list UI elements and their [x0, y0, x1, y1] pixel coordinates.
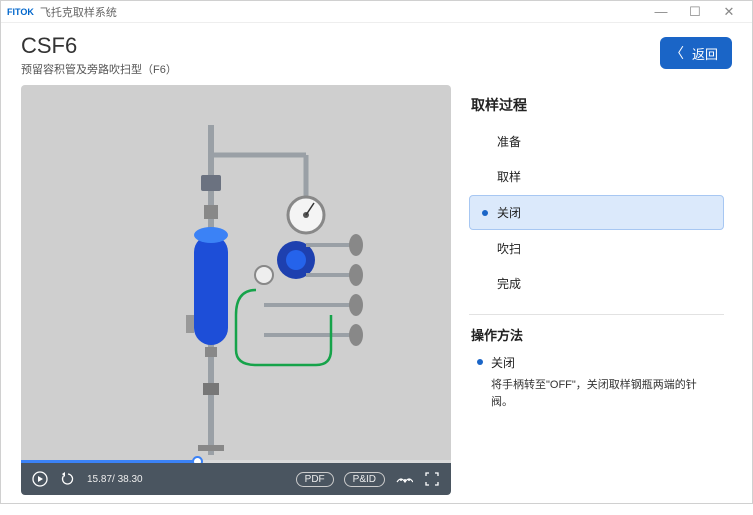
- maximize-button[interactable]: ☐: [678, 4, 712, 20]
- page-header: CSF6 预留容积管及旁路吹扫型（F6） 〈 返回: [1, 23, 752, 85]
- page-title: CSF6: [21, 33, 660, 59]
- pid-button[interactable]: P&ID: [344, 472, 385, 487]
- viewer-panel: 15.87/ 38.30 PDF P&ID: [21, 85, 451, 495]
- page-subtitle: 预留容积管及旁路吹扫型（F6）: [21, 61, 660, 77]
- titlebar: FITOK 飞托克取样系统 — ☐ ✕: [1, 1, 752, 23]
- back-button[interactable]: 〈 返回: [660, 37, 732, 69]
- window-title: 飞托克取样系统: [40, 4, 117, 20]
- time-display: 15.87/ 38.30: [87, 474, 143, 485]
- method-item-desc: 将手柄转至"OFF"，关闭取样钢瓶两端的针阀。: [491, 377, 718, 410]
- apparatus-diagram: [156, 115, 366, 455]
- back-label: 返回: [692, 44, 718, 63]
- divider: [469, 314, 724, 315]
- process-step[interactable]: 取样: [469, 160, 724, 193]
- process-step[interactable]: 完成: [469, 267, 724, 300]
- process-step[interactable]: 关闭: [469, 195, 724, 230]
- fullscreen-button[interactable]: [423, 470, 441, 488]
- process-step[interactable]: 准备: [469, 125, 724, 158]
- close-button[interactable]: ✕: [712, 4, 746, 20]
- method-title: 操作方法: [469, 325, 724, 354]
- method-item: 关闭 将手柄转至"OFF"，关闭取样钢瓶两端的针阀。: [469, 354, 724, 410]
- app-logo: FITOK: [7, 7, 34, 17]
- replay-button[interactable]: [59, 470, 77, 488]
- side-panel: 取样过程 准备取样关闭吹扫完成 操作方法 关闭 将手柄转至"OFF"，关闭取样钢…: [465, 85, 732, 503]
- diagram-canvas[interactable]: [21, 85, 451, 463]
- process-step[interactable]: 吹扫: [469, 232, 724, 265]
- method-item-name: 关闭: [491, 354, 718, 371]
- player-controls: 15.87/ 38.30 PDF P&ID: [21, 463, 451, 495]
- view-toggle-button[interactable]: [395, 470, 413, 488]
- pdf-button[interactable]: PDF: [296, 472, 334, 487]
- chevron-left-icon: 〈: [670, 43, 684, 63]
- play-button[interactable]: [31, 470, 49, 488]
- process-title: 取样过程: [469, 89, 724, 125]
- minimize-button[interactable]: —: [644, 4, 678, 19]
